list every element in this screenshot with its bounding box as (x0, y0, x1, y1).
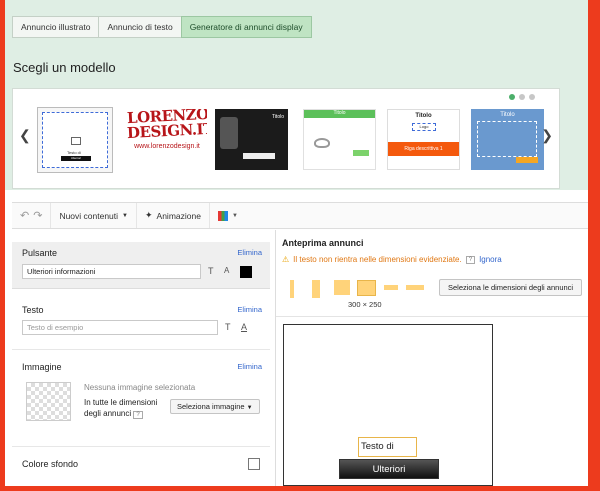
template-button-shape (516, 157, 538, 163)
fit-warning: ⚠ Il testo non rientra nelle dimensioni … (282, 255, 502, 264)
template-title: Titolo (271, 114, 284, 120)
chevron-down-icon: ▼ (122, 212, 128, 219)
size-medium-rectangle[interactable] (357, 280, 376, 296)
new-content-menu[interactable]: Nuovi contenuti ▼ (51, 203, 137, 228)
text-format-icon[interactable]: T (208, 266, 214, 276)
ad-preview-canvas[interactable]: Testo di Ulteriori (283, 324, 493, 486)
background-color-swatch[interactable] (248, 458, 260, 470)
size-leaderboard[interactable] (406, 285, 424, 290)
palette-icon (217, 210, 228, 221)
size-skyscraper[interactable] (290, 280, 294, 298)
template-green-mouse[interactable]: Titolo (303, 109, 376, 170)
button-text-field[interactable]: Ulteriori informazioni (22, 264, 201, 279)
undo-redo-group: ↶ ↷ (12, 203, 52, 228)
template-title: Titolo (304, 110, 375, 118)
text-field[interactable]: Testo di esempio (22, 320, 218, 335)
preview-text-element[interactable]: Testo di (358, 437, 417, 457)
undo-icon[interactable]: ↶ (20, 209, 29, 222)
image-placeholder (477, 121, 537, 157)
ad-type-tabs: Annuncio illustrato Annuncio di testo Ge… (12, 16, 312, 38)
color-palette-menu[interactable]: ▼ (210, 203, 246, 228)
editor-toolbar: ↶ ↷ Nuovi contenuti ▼ ✦ Animazione ▼ (12, 202, 588, 229)
pager-dot-2[interactable] (519, 94, 525, 100)
gallery-pager (509, 94, 535, 100)
image-section: Immagine Elimina Nessuna immagine selezi… (12, 350, 270, 447)
tab-display-ad-builder[interactable]: Generatore di annunci display (180, 16, 312, 38)
template-title: Titolo (415, 113, 432, 119)
template-description: Riga descrittiva 1 (388, 142, 459, 156)
lorenzo-logo-line2: DESIGN.IT (127, 119, 207, 143)
animation-label: Animazione (156, 210, 201, 221)
image-remove-link[interactable]: Elimina (237, 362, 262, 371)
image-placeholder-thumbnail[interactable] (26, 382, 71, 421)
phone-image (220, 117, 238, 149)
button-remove-link[interactable]: Elimina (237, 248, 262, 257)
tab-image-ad[interactable]: Annuncio illustrato (12, 16, 100, 38)
animation-button[interactable]: ✦ Animazione (137, 203, 210, 228)
button-color-swatch[interactable] (240, 266, 252, 278)
new-content-label: Nuovi contenuti (59, 210, 119, 221)
warning-icon: ⚠ (282, 255, 290, 264)
image-section-title: Immagine (22, 362, 62, 372)
template-chooser-panel: Annuncio illustrato Annuncio di testo Ge… (5, 0, 588, 190)
chevron-down-icon: ▼ (231, 212, 238, 219)
template-button-shape (243, 153, 275, 159)
all-sizes-label: In tutte le dimensioni degli annunci (84, 398, 158, 418)
mouse-image (314, 138, 330, 148)
template-blank-text: Testo di (67, 150, 81, 155)
properties-panel: Pulsante Elimina Ulteriori informazioni … (12, 236, 270, 486)
text-section: Testo Elimina Testo di esempio T A (12, 294, 270, 350)
text-format-icon[interactable]: T (225, 322, 231, 332)
preview-title: Anteprima annunci (282, 238, 364, 248)
template-blue[interactable]: Titolo (471, 109, 544, 170)
template-button-shape (353, 150, 369, 156)
background-color-label: Colore sfondo (22, 459, 79, 469)
size-banner[interactable] (384, 285, 398, 290)
pager-dot-1[interactable] (509, 94, 515, 100)
ad-builder-window: Annuncio illustrato Annuncio di testo Ge… (5, 0, 588, 486)
size-square[interactable] (334, 280, 350, 295)
template-gallery: ❮ Testo di Ulteriori LORENZO DESIGN.IT w… (12, 88, 560, 189)
divider (276, 316, 588, 317)
preview-panel: Anteprima annunci ⚠ Il testo non rientra… (275, 230, 588, 486)
template-phone-dark[interactable]: Titolo (215, 109, 288, 170)
select-image-label: Seleziona immagine (177, 402, 245, 411)
font-size-icon[interactable]: A (224, 266, 229, 275)
no-image-text: Nessuna immagine selezionata (84, 383, 196, 392)
animation-icon: ✦ (144, 210, 153, 220)
ignore-link[interactable]: Ignora (479, 255, 502, 264)
template-logo: Logo (412, 123, 436, 131)
tab-text-ad[interactable]: Annuncio di testo (98, 16, 182, 38)
template-title: Titolo (500, 112, 515, 118)
chevron-left-icon[interactable]: ❮ (19, 127, 31, 144)
template-blank-button: Ulteriori (61, 156, 91, 161)
template-lorenzo-design[interactable]: LORENZO DESIGN.IT www.lorenzodesign.it (127, 109, 207, 173)
select-image-button[interactable]: Seleziona immagine ▼ (170, 399, 260, 414)
select-ad-sizes-button[interactable]: Seleziona le dimensioni degli annunci (439, 279, 583, 296)
button-section: Pulsante Elimina Ulteriori informazioni … (12, 242, 270, 289)
text-remove-link[interactable]: Elimina (237, 305, 262, 314)
all-sizes-text: In tutte le dimensioni degli annunci ? (84, 397, 164, 421)
template-blank-frame: Testo di Ulteriori (42, 112, 108, 168)
help-icon[interactable]: ? (133, 411, 143, 419)
text-section-title: Testo (22, 305, 44, 315)
text-color-icon[interactable]: A (241, 322, 247, 332)
chevron-down-icon: ▼ (246, 405, 253, 411)
lorenzo-url: www.lorenzodesign.it (134, 143, 200, 150)
page-title: Scegli un modello (13, 60, 116, 75)
template-orange-band[interactable]: Titolo Logo Riga descrittiva 1 (387, 109, 460, 170)
selected-size-label: 300 × 250 (348, 300, 382, 309)
chevron-right-icon[interactable]: ❯ (541, 127, 553, 144)
redo-icon[interactable]: ↷ (33, 209, 42, 222)
pager-dot-3[interactable] (529, 94, 535, 100)
preview-button-element[interactable]: Ulteriori (339, 459, 439, 479)
button-section-title: Pulsante (22, 248, 58, 258)
warning-text: Il testo non rientra nelle dimensioni ev… (293, 255, 462, 264)
template-blank[interactable]: Testo di Ulteriori (37, 107, 113, 173)
background-section: Colore sfondo (12, 447, 270, 486)
size-wide-skyscraper[interactable] (312, 280, 320, 298)
help-icon[interactable]: ? (465, 255, 476, 264)
image-placeholder-icon (71, 137, 81, 145)
ad-size-selector (290, 280, 430, 298)
